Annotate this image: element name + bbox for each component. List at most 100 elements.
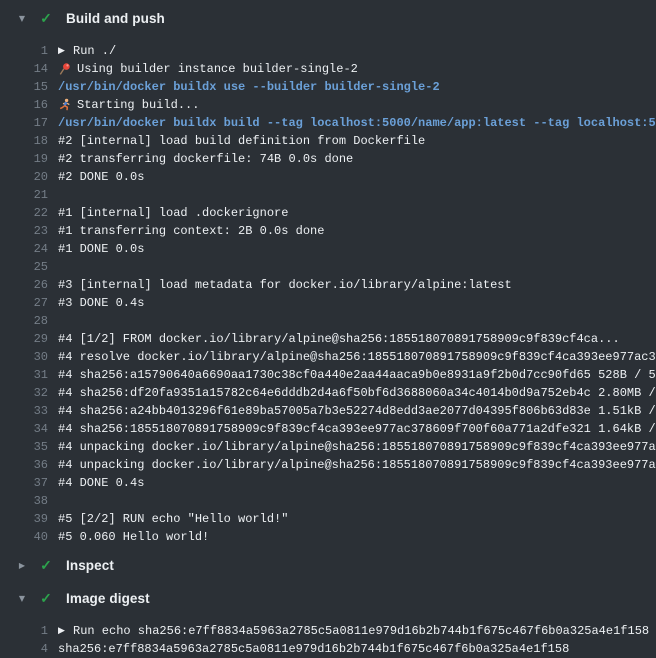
line-number[interactable]: 30 bbox=[0, 348, 48, 366]
log-group-header[interactable]: ▼ ✓ Build and push bbox=[0, 4, 656, 32]
log-lines: 1 ▶ Run ./ 14 Using builder instance bui… bbox=[0, 32, 656, 546]
success-check-icon: ✓ bbox=[38, 557, 54, 574]
line-number[interactable]: 17 bbox=[0, 114, 48, 132]
log-line: 40 #5 0.060 Hello world! bbox=[0, 528, 656, 546]
log-line: 32 #4 sha256:df20fa9351a15782c64e6dddb2d… bbox=[0, 384, 656, 402]
line-number[interactable]: 37 bbox=[0, 474, 48, 492]
runner-icon bbox=[58, 98, 71, 112]
log-text: #4 sha256:a24bb4013296f61e89ba57005a7b3e… bbox=[58, 402, 656, 420]
log-line: 18 #2 [internal] load build definition f… bbox=[0, 132, 656, 150]
log-text: #1 DONE 0.0s bbox=[58, 240, 144, 258]
success-check-icon: ✓ bbox=[38, 590, 54, 607]
success-check-icon: ✓ bbox=[38, 10, 54, 27]
log-line: 24 #1 DONE 0.0s bbox=[0, 240, 656, 258]
log-line: 38 bbox=[0, 492, 656, 510]
log-text: /usr/bin/docker buildx build --tag local… bbox=[58, 114, 656, 132]
line-number[interactable]: 24 bbox=[0, 240, 48, 258]
log-text: #4 resolve docker.io/library/alpine@sha2… bbox=[58, 348, 656, 366]
log-line: 39 #5 [2/2] RUN echo "Hello world!" bbox=[0, 510, 656, 528]
log-line: 25 bbox=[0, 258, 656, 276]
line-number[interactable]: 35 bbox=[0, 438, 48, 456]
log-text: #4 sha256:a15790640a6690aa1730c38cf0a440… bbox=[58, 366, 656, 384]
log-line: 1 ▶ Run echo sha256:e7ff8834a5963a2785c5… bbox=[0, 622, 656, 640]
line-number[interactable]: 18 bbox=[0, 132, 48, 150]
log-group-header[interactable]: ▼ ✓ Image digest bbox=[0, 584, 656, 612]
log-line: 22 #1 [internal] load .dockerignore bbox=[0, 204, 656, 222]
line-number[interactable]: 38 bbox=[0, 492, 48, 510]
line-number[interactable]: 22 bbox=[0, 204, 48, 222]
log-line: 20 #2 DONE 0.0s bbox=[0, 168, 656, 186]
line-number[interactable]: 4 bbox=[0, 640, 48, 658]
line-number[interactable]: 33 bbox=[0, 402, 48, 420]
log-line: 33 #4 sha256:a24bb4013296f61e89ba57005a7… bbox=[0, 402, 656, 420]
run-command-toggle-icon[interactable]: ▶ bbox=[58, 622, 68, 640]
log-line: 36 #4 unpacking docker.io/library/alpine… bbox=[0, 456, 656, 474]
log-line: 1 ▶ Run ./ bbox=[0, 42, 656, 60]
line-number[interactable]: 29 bbox=[0, 330, 48, 348]
log-group-inspect: ▶ ✓ Inspect bbox=[0, 551, 656, 579]
line-number[interactable]: 21 bbox=[0, 186, 48, 204]
log-line: 19 #2 transferring dockerfile: 74B 0.0s … bbox=[0, 150, 656, 168]
section-title: Image digest bbox=[66, 591, 150, 606]
log-line: 16 Starting build... bbox=[0, 96, 656, 114]
line-number[interactable]: 28 bbox=[0, 312, 48, 330]
log-line: 28 bbox=[0, 312, 656, 330]
log-text: #4 sha256:df20fa9351a15782c64e6dddb2d4a6… bbox=[58, 384, 656, 402]
line-number[interactable]: 26 bbox=[0, 276, 48, 294]
line-number[interactable]: 39 bbox=[0, 510, 48, 528]
log-line: 26 #3 [internal] load metadata for docke… bbox=[0, 276, 656, 294]
log-line: 29 #4 [1/2] FROM docker.io/library/alpin… bbox=[0, 330, 656, 348]
log-text: #3 [internal] load metadata for docker.i… bbox=[58, 276, 512, 294]
line-number[interactable]: 25 bbox=[0, 258, 48, 276]
log-line: 31 #4 sha256:a15790640a6690aa1730c38cf0a… bbox=[0, 366, 656, 384]
run-command-toggle-icon[interactable]: ▶ bbox=[58, 42, 68, 60]
line-number[interactable]: 15 bbox=[0, 78, 48, 96]
log-line: 27 #3 DONE 0.4s bbox=[0, 294, 656, 312]
chevron-right-icon[interactable]: ▶ bbox=[16, 561, 28, 570]
log-text: #4 unpacking docker.io/library/alpine@sh… bbox=[58, 438, 656, 456]
log-lines: 1 ▶ Run echo sha256:e7ff8834a5963a2785c5… bbox=[0, 612, 656, 658]
log-group-header[interactable]: ▶ ✓ Inspect bbox=[0, 551, 656, 579]
line-number[interactable]: 14 bbox=[0, 60, 48, 78]
line-number[interactable]: 40 bbox=[0, 528, 48, 546]
line-number[interactable]: 27 bbox=[0, 294, 48, 312]
log-line: 17 /usr/bin/docker buildx build --tag lo… bbox=[0, 114, 656, 132]
line-number[interactable]: 20 bbox=[0, 168, 48, 186]
section-title: Inspect bbox=[66, 558, 114, 573]
log-line: 34 #4 sha256:185518070891758909c9f839cf4… bbox=[0, 420, 656, 438]
log-text: #1 transferring context: 2B 0.0s done bbox=[58, 222, 324, 240]
log-line: 14 Using builder instance builder-single… bbox=[0, 60, 656, 78]
log-text: /usr/bin/docker buildx use --builder bui… bbox=[58, 78, 440, 96]
log-text: #4 DONE 0.4s bbox=[58, 474, 144, 492]
log-text: #3 DONE 0.4s bbox=[58, 294, 144, 312]
log-line: 23 #1 transferring context: 2B 0.0s done bbox=[0, 222, 656, 240]
section-title: Build and push bbox=[66, 11, 165, 26]
log-text: Run echo sha256:e7ff8834a5963a2785c5a081… bbox=[73, 622, 649, 640]
log-text: #4 [1/2] FROM docker.io/library/alpine@s… bbox=[58, 330, 620, 348]
line-number[interactable]: 31 bbox=[0, 366, 48, 384]
chevron-down-icon[interactable]: ▼ bbox=[16, 594, 28, 603]
log-line: 30 #4 resolve docker.io/library/alpine@s… bbox=[0, 348, 656, 366]
log-group-build-and-push: ▼ ✓ Build and push 1 ▶ Run ./ 14 Using b… bbox=[0, 4, 656, 546]
log-line: 15 /usr/bin/docker buildx use --builder … bbox=[0, 78, 656, 96]
line-number[interactable]: 23 bbox=[0, 222, 48, 240]
log-text: #4 unpacking docker.io/library/alpine@sh… bbox=[58, 456, 656, 474]
line-number[interactable]: 34 bbox=[0, 420, 48, 438]
log-group-image-digest: ▼ ✓ Image digest 1 ▶ Run echo sha256:e7f… bbox=[0, 584, 656, 658]
log-line: 4 sha256:e7ff8834a5963a2785c5a0811e979d1… bbox=[0, 640, 656, 658]
line-number[interactable]: 19 bbox=[0, 150, 48, 168]
line-number[interactable]: 1 bbox=[0, 622, 48, 640]
line-number[interactable]: 36 bbox=[0, 456, 48, 474]
line-number[interactable]: 16 bbox=[0, 96, 48, 114]
line-number[interactable]: 1 bbox=[0, 42, 48, 60]
log-line: 35 #4 unpacking docker.io/library/alpine… bbox=[0, 438, 656, 456]
log-text: #5 0.060 Hello world! bbox=[58, 528, 209, 546]
log-text: #2 DONE 0.0s bbox=[58, 168, 144, 186]
log-text: sha256:e7ff8834a5963a2785c5a0811e979d16b… bbox=[58, 640, 569, 658]
log-text: #2 [internal] load build definition from… bbox=[58, 132, 425, 150]
chevron-down-icon[interactable]: ▼ bbox=[16, 14, 28, 23]
pushpin-icon bbox=[58, 62, 71, 76]
log-text: Run ./ bbox=[73, 42, 116, 60]
line-number[interactable]: 32 bbox=[0, 384, 48, 402]
workflow-log: ▼ ✓ Build and push 1 ▶ Run ./ 14 Using b… bbox=[0, 0, 656, 658]
